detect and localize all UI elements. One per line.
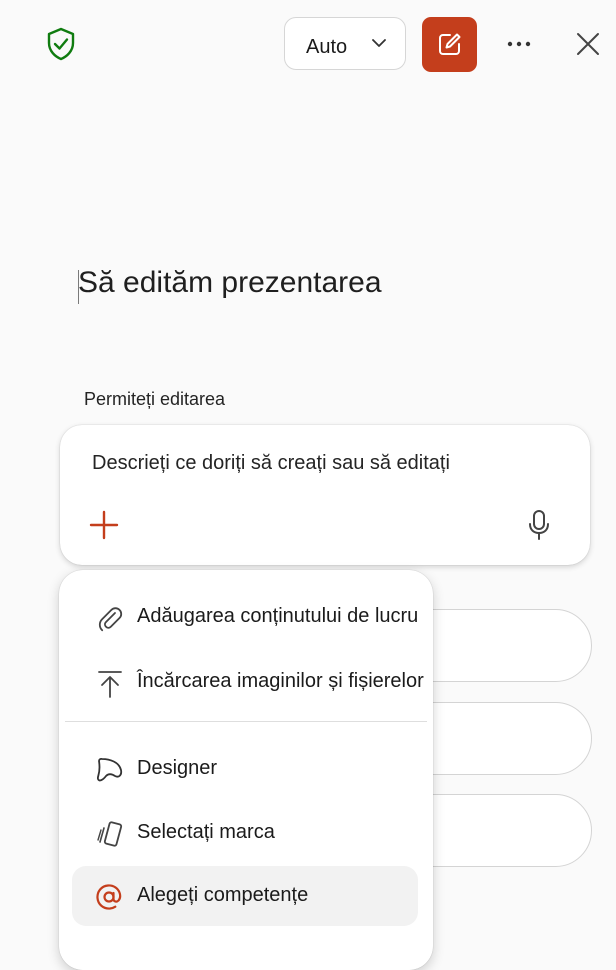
menu-item-label: Alegeți competențe — [137, 884, 309, 906]
compose-button[interactable] — [422, 17, 477, 72]
page-title: Să edităm prezentarea — [78, 266, 382, 299]
paperclip-icon — [95, 604, 125, 634]
brand-icon — [95, 820, 125, 850]
compose-icon — [439, 33, 461, 55]
upload-icon — [95, 669, 125, 699]
add-menu: Adăugarea conținutului de lucru Încărcar… — [59, 570, 433, 970]
menu-item-add-work-content[interactable]: Adăugarea conținutului de lucru — [59, 588, 433, 648]
close-icon — [577, 33, 599, 55]
more-options-button[interactable] — [502, 30, 536, 58]
plus-icon — [89, 510, 119, 540]
at-sign-icon — [94, 882, 124, 912]
microphone-button[interactable] — [525, 508, 553, 542]
close-button[interactable] — [574, 30, 602, 58]
menu-item-label: Selectați marca — [137, 821, 275, 843]
prompt-input[interactable]: Descrieți ce doriți să creați sau să edi… — [92, 452, 450, 475]
microphone-icon — [529, 510, 549, 540]
mode-dropdown[interactable]: Auto — [284, 17, 406, 70]
designer-icon — [95, 756, 125, 786]
more-icon — [507, 41, 531, 47]
permission-label: Permiteți editarea — [84, 389, 226, 409]
menu-item-label: Adăugarea conținutului de lucru — [137, 605, 419, 627]
menu-divider — [65, 721, 427, 722]
menu-item-label: Încărcarea imaginilor și fișierelor — [137, 670, 424, 692]
shield-check-icon — [44, 26, 78, 62]
add-button[interactable] — [88, 509, 120, 541]
prompt-box[interactable] — [60, 425, 590, 565]
menu-item-designer[interactable]: Designer — [59, 740, 433, 800]
chevron-down-icon — [372, 39, 386, 47]
menu-item-select-brand[interactable]: Selectați marca — [59, 804, 433, 864]
menu-item-upload-files[interactable]: Încărcarea imaginilor și fișierelor — [59, 653, 433, 713]
menu-item-choose-skills[interactable]: Alegeți competențe — [72, 866, 418, 926]
mode-dropdown-label: Auto — [306, 36, 348, 58]
menu-item-label: Designer — [137, 757, 218, 779]
